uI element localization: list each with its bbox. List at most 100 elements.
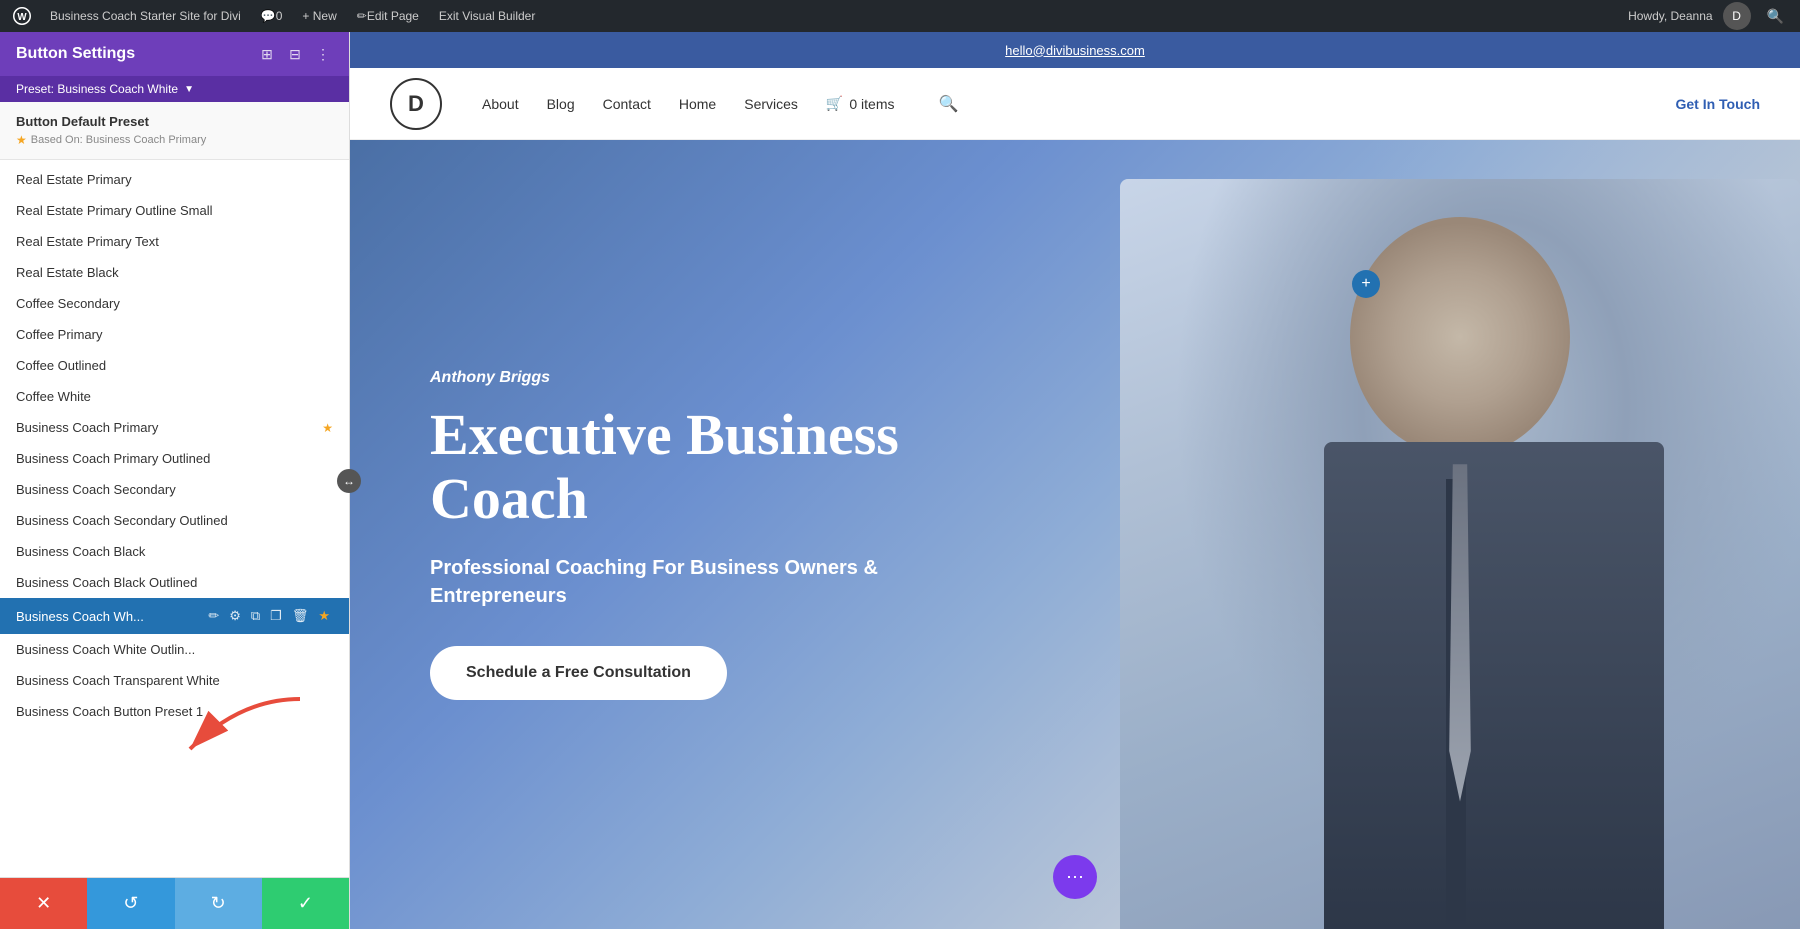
admin-avatar: D (1723, 2, 1751, 30)
main-layout: Button Settings ⊞ ⊟ ⋮ Preset: Business C… (0, 32, 1800, 929)
nav-link-contact[interactable]: Contact (603, 96, 651, 112)
wp-admin-bar: W Business Coach Starter Site for Divi 💬… (0, 0, 1800, 32)
preset-bar[interactable]: Preset: Business Coach White ▼ (0, 76, 349, 102)
nav-link-blog[interactable]: Blog (547, 96, 575, 112)
panel-bottom-bar: ✕ ↺ ↻ ✓ (0, 877, 349, 929)
preset-star-icon: ★ (322, 421, 333, 435)
hero-content: Anthony Briggs Executive Business Coach … (350, 309, 1050, 761)
left-panel: Button Settings ⊞ ⊟ ⋮ Preset: Business C… (0, 32, 350, 929)
list-item[interactable]: Coffee White (0, 381, 349, 412)
red-arrow-indicator (160, 689, 320, 774)
person-placeholder (1120, 179, 1800, 929)
site-email-link[interactable]: hello@divibusiness.com (1005, 43, 1145, 58)
preset-item-label: Business Coach Transparent White (16, 673, 220, 688)
preset-item-label: Real Estate Black (16, 265, 119, 280)
admin-right: Howdy, Deanna D 🔍 (1618, 2, 1792, 30)
delete-preset-icon[interactable]: 🗑 (289, 606, 312, 626)
preset-item-label: Business Coach Primary Outlined (16, 451, 210, 466)
preset-item-label: Real Estate Primary (16, 172, 132, 187)
site-topbar: hello@divibusiness.com (350, 32, 1800, 68)
settings-preset-icon[interactable]: ⚙ (226, 606, 244, 626)
default-preset-title: Button Default Preset (16, 114, 333, 129)
list-item[interactable]: Business Coach Secondary (0, 474, 349, 505)
confirm-button[interactable]: ✓ (262, 878, 349, 929)
panel-more-icon[interactable]: ⋮ (313, 44, 333, 64)
admin-search-icon[interactable]: 🔍 (1759, 8, 1792, 25)
star-preset-icon[interactable]: ★ (315, 606, 333, 626)
list-item[interactable]: Real Estate Primary Outline Small (0, 195, 349, 226)
duplicate-preset-icon[interactable]: ⧉ (248, 606, 263, 626)
admin-howdy: Howdy, Deanna (1618, 9, 1723, 23)
preset-item-label: Business Coach Secondary (16, 482, 176, 497)
hero-name: Anthony Briggs (430, 369, 970, 387)
cart-count: 0 items (849, 96, 894, 112)
list-item[interactable]: Coffee Primary (0, 319, 349, 350)
based-on: ★ Based On: Business Coach Primary (16, 133, 333, 147)
nav-links: About Blog Contact Home Services 🛒 0 ite… (482, 94, 1675, 114)
preset-item-label: Business Coach Wh... (16, 609, 144, 624)
panel-header-icons: ⊞ ⊟ ⋮ (257, 44, 333, 64)
list-item[interactable]: Coffee Outlined (0, 350, 349, 381)
admin-edit-page[interactable]: ✏ Edit Page (347, 0, 429, 32)
preset-item-label: Real Estate Primary Outline Small (16, 203, 213, 218)
hero-cta-button[interactable]: Schedule a Free Consultation (430, 646, 727, 700)
redo-button[interactable]: ↻ (175, 878, 262, 929)
admin-new[interactable]: + New (292, 0, 346, 32)
preset-item-label: Real Estate Primary Text (16, 234, 159, 249)
nav-link-services[interactable]: Services (744, 96, 798, 112)
list-item[interactable]: Business Coach Primary Outlined (0, 443, 349, 474)
edit-preset-icon[interactable]: ✏ (205, 606, 222, 626)
panel-header: Button Settings ⊞ ⊟ ⋮ (0, 32, 349, 76)
nav-link-home[interactable]: Home (679, 96, 716, 112)
list-item[interactable]: Real Estate Black (0, 257, 349, 288)
nav-link-about[interactable]: About (482, 96, 519, 112)
preset-item-label: Coffee Primary (16, 327, 102, 342)
panel-layout-icon[interactable]: ⊟ (285, 44, 305, 64)
list-item[interactable]: Real Estate Primary (0, 164, 349, 195)
svg-text:W: W (17, 12, 27, 23)
admin-site-name[interactable]: Business Coach Starter Site for Divi (40, 0, 251, 32)
active-preset-item[interactable]: Business Coach Wh... ✏ ⚙ ⧉ ❐ 🗑 ★ (0, 598, 349, 634)
preset-item-label: Coffee Outlined (16, 358, 106, 373)
list-item[interactable]: Business Coach Primary ★ (0, 412, 349, 443)
preset-item-label: Business Coach Black Outlined (16, 575, 197, 590)
hero-subtitle: Professional Coaching For Business Owner… (430, 554, 970, 610)
based-on-text: Based On: Business Coach Primary (31, 134, 206, 146)
nav-cart[interactable]: 🛒 0 items (826, 95, 895, 112)
preset-item-label: Coffee Secondary (16, 296, 120, 311)
list-item[interactable]: Coffee Secondary (0, 288, 349, 319)
default-preset-box: Button Default Preset ★ Based On: Busine… (0, 102, 349, 160)
preset-label: Preset: Business Coach White (16, 82, 178, 96)
active-preset-toolbar: ✏ ⚙ ⧉ ❐ 🗑 ★ (205, 606, 333, 626)
preset-item-label: Coffee White (16, 389, 91, 404)
floating-dots-button[interactable]: ⋯ (1053, 855, 1097, 899)
admin-comments[interactable]: 💬 0 (251, 0, 293, 32)
preset-item-label: Business Coach Black (16, 544, 145, 559)
based-on-star-icon: ★ (16, 133, 27, 147)
nav-search-icon[interactable]: 🔍 (938, 94, 958, 114)
list-item[interactable]: Business Coach Black Outlined (0, 567, 349, 598)
list-item[interactable]: Business Coach Secondary Outlined (0, 505, 349, 536)
right-content: hello@divibusiness.com D About Blog Cont… (350, 32, 1800, 929)
wp-logo-icon[interactable]: W (8, 2, 36, 30)
cart-icon: 🛒 (826, 95, 843, 112)
undo-button[interactable]: ↺ (87, 878, 174, 929)
site-logo: D (390, 78, 442, 130)
hero-section: + Anthony Briggs Executive Business Coac… (350, 140, 1800, 929)
hero-person-image (1080, 140, 1800, 929)
list-item[interactable]: Business Coach Black (0, 536, 349, 567)
plus-add-button[interactable]: + (1352, 270, 1380, 298)
admin-exit-builder[interactable]: Exit Visual Builder (429, 0, 546, 32)
list-item[interactable]: Business Coach White Outlin... (0, 634, 349, 665)
hero-title: Executive Business Coach (430, 403, 970, 531)
preset-chevron-icon: ▼ (184, 84, 194, 95)
panel-resize-handle[interactable]: ↔ (337, 469, 361, 493)
panel-viewport-icon[interactable]: ⊞ (257, 44, 277, 64)
preset-item-label: Business Coach Secondary Outlined (16, 513, 228, 528)
site-nav: D About Blog Contact Home Services 🛒 0 i… (350, 68, 1800, 140)
cancel-button[interactable]: ✕ (0, 878, 87, 929)
preset-item-label: Business Coach White Outlin... (16, 642, 195, 657)
copy-preset-icon[interactable]: ❐ (267, 606, 285, 626)
list-item[interactable]: Real Estate Primary Text (0, 226, 349, 257)
nav-cta-button[interactable]: Get In Touch (1675, 96, 1760, 112)
